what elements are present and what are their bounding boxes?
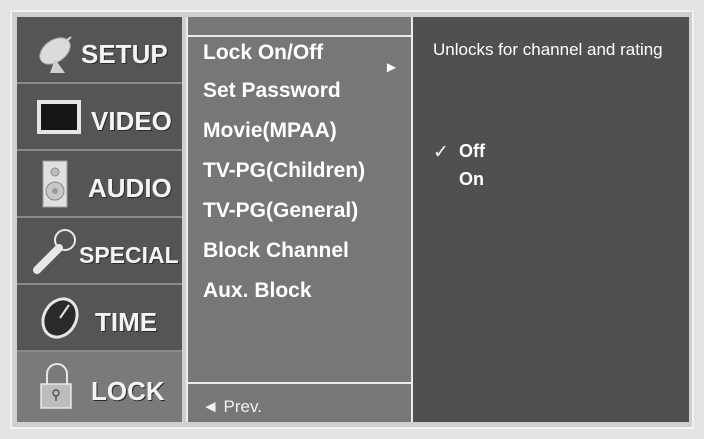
menu-item-lock-on-off[interactable]: Lock On/Off [203,41,323,65]
checkmark-icon: ✓ [433,142,449,163]
category-label: SPECIAL [79,242,179,268]
menu-item-aux-block[interactable]: Aux. Block [203,279,312,303]
menu-divider [188,382,411,384]
category-time[interactable]: TIME [17,285,182,352]
option-on[interactable]: On [459,169,484,190]
category-special[interactable]: SPECIAL [17,218,182,285]
category-sidebar: SETUP VIDEO AUDIO SPECIAL TIME LOCK [17,17,182,422]
option-panel: Unlocks for channel and rating ✓ Off On [411,17,689,422]
padlock-icon [40,363,72,409]
menu-item-block-channel[interactable]: Block Channel [203,239,349,263]
category-label: VIDEO [91,106,172,136]
category-lock[interactable]: LOCK [17,352,182,422]
prev-button[interactable]: ◄ Prev. [202,397,262,417]
menu-item-set-password[interactable]: Set Password [203,79,341,103]
monitor-icon [37,100,81,134]
option-description: Unlocks for channel and rating [433,40,663,59]
option-off[interactable]: Off [459,141,485,162]
satellite-dish-icon [39,36,72,73]
menu-item-movie-mpaa[interactable]: Movie(MPAA) [203,119,337,143]
menu-item-tv-pg-children[interactable]: TV-PG(Children) [203,159,365,183]
category-label: TIME [95,307,158,337]
submenu-arrow-icon: ► [384,59,399,76]
speaker-icon [42,160,68,208]
menu-header-strip [188,17,411,37]
menu-item-tv-pg-general[interactable]: TV-PG(General) [203,199,358,223]
clock-icon [41,297,79,339]
category-label: LOCK [91,376,165,406]
category-setup[interactable]: SETUP [17,17,182,84]
lock-submenu: Lock On/Off ► Set Password Movie(MPAA) T… [186,17,411,422]
category-audio[interactable]: AUDIO [17,151,182,218]
category-label: AUDIO [88,173,172,203]
category-video[interactable]: VIDEO [17,84,182,151]
magnifier-icon [33,229,76,274]
category-label: SETUP [81,39,168,69]
